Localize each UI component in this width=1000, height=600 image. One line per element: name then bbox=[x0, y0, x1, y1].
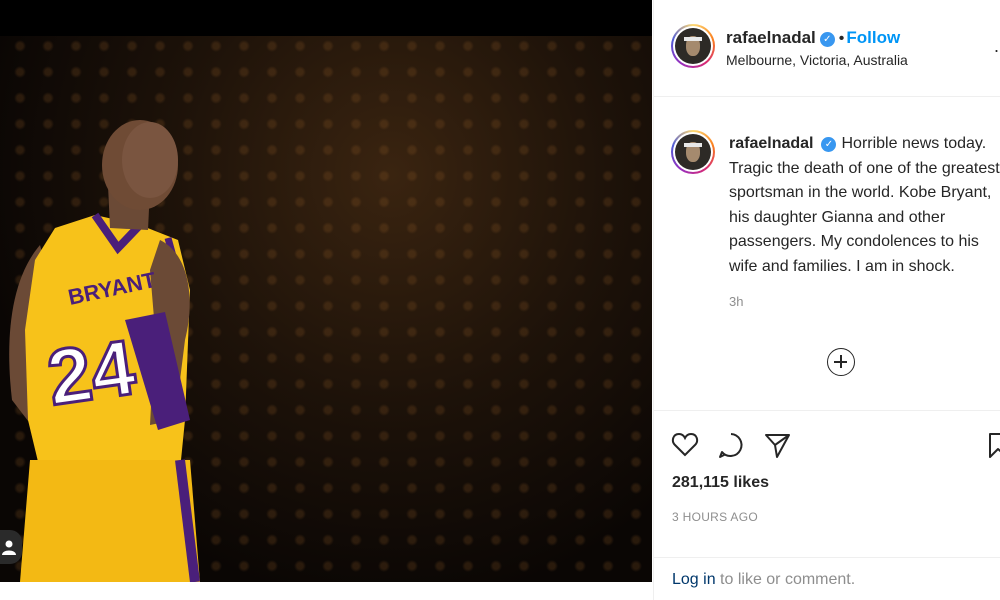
post-sidebar: rafaelnadal ✓ • Follow Melbourne, Victoria,… bbox=[653, 0, 1000, 600]
share-icon[interactable] bbox=[763, 431, 791, 459]
separator-dot: • bbox=[838, 30, 845, 47]
jersey-number: 24 bbox=[42, 323, 140, 422]
photo-background: BRYANT 24 bbox=[0, 0, 652, 582]
post-location[interactable]: Melbourne, Victoria, Australia bbox=[726, 52, 908, 68]
caption-username[interactable]: rafaelnadal bbox=[729, 135, 813, 152]
follow-button[interactable]: Follow bbox=[846, 28, 900, 47]
verified-badge-icon: ✓ bbox=[819, 32, 835, 47]
post-caption: rafaelnadal ✓ Horrible news today. Tragic … bbox=[729, 132, 1000, 279]
add-comment-icon[interactable] bbox=[827, 348, 855, 376]
login-prompt-text: to like or comment. bbox=[715, 571, 856, 588]
caption-verified-icon: ✓ bbox=[821, 137, 837, 152]
post-timestamp: 3 HOURS AGO bbox=[672, 510, 758, 524]
post-actions: 281,115 likes 3 HOURS AGO Log in to like… bbox=[654, 410, 1000, 600]
like-heart-icon[interactable] bbox=[671, 431, 699, 459]
login-link[interactable]: Log in bbox=[672, 571, 716, 588]
player-figure: BRYANT 24 bbox=[9, 120, 200, 582]
login-prompt: Log in to like or comment. bbox=[654, 557, 1000, 600]
caption-avatar[interactable] bbox=[671, 130, 715, 174]
caption-time: 3h bbox=[729, 294, 744, 309]
author-username[interactable]: rafaelnadal bbox=[726, 28, 816, 47]
tagged-user-button[interactable] bbox=[0, 530, 22, 564]
post-photo: BRYANT 24 bbox=[0, 0, 652, 600]
user-icon bbox=[2, 540, 16, 555]
author-line: rafaelnadal ✓ • Follow bbox=[726, 28, 900, 48]
author-avatar[interactable] bbox=[671, 24, 715, 68]
comment-icon[interactable] bbox=[717, 431, 745, 459]
bookmark-icon[interactable] bbox=[987, 431, 1000, 459]
more-options-button[interactable]: . bbox=[994, 36, 999, 57]
likes-count[interactable]: 281,115 likes bbox=[672, 474, 769, 492]
caption-text: Horrible news today. Tragic the death of… bbox=[729, 135, 1000, 275]
post-header: rafaelnadal ✓ • Follow Melbourne, Victoria,… bbox=[654, 0, 1000, 97]
